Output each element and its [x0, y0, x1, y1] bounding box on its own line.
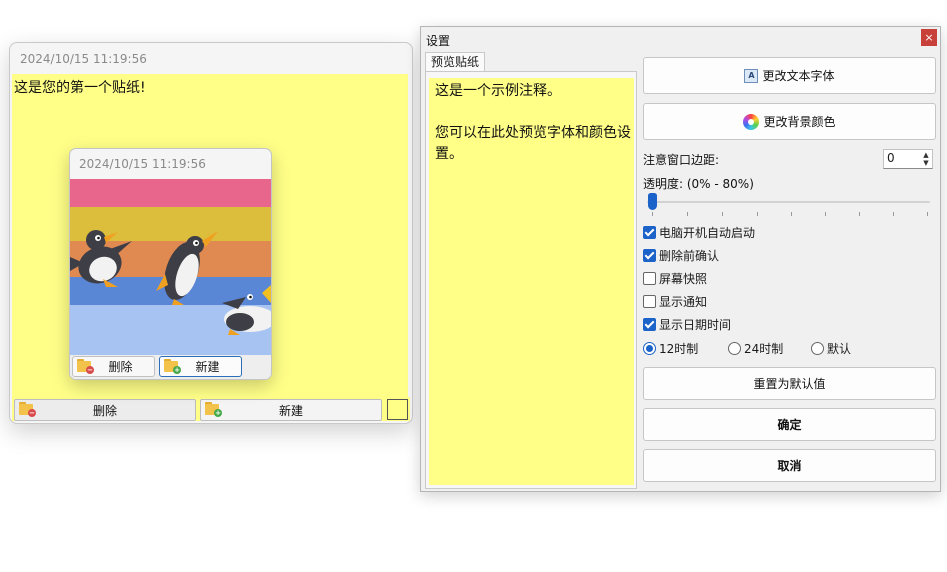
- slider-tick: [722, 212, 723, 216]
- color-wheel-icon: [743, 113, 760, 130]
- slider-tick: [652, 212, 653, 216]
- delete-button-label: 删除: [92, 403, 117, 418]
- note-text[interactable]: 这是您的第一个贴纸!: [14, 77, 146, 97]
- slider-tick: [757, 212, 758, 216]
- tab-preview-note[interactable]: 预览贴纸: [425, 52, 486, 72]
- image-note-new-button[interactable]: + 新建: [159, 356, 242, 377]
- image-note-delete-label: 删除: [108, 360, 133, 374]
- cancel-label: 取消: [777, 459, 802, 473]
- radio-default[interactable]: 默认: [811, 340, 851, 356]
- settings-dialog[interactable]: 设置 × 预览贴纸 这是一个示例注释。 您可以在此处预览字体和颜色设置。 A 更…: [420, 26, 941, 492]
- new-button-label: 新建: [278, 403, 303, 418]
- delete-button[interactable]: − 删除: [14, 399, 196, 421]
- checkbox-notifications[interactable]: 显示通知: [643, 293, 707, 309]
- radio-dot[interactable]: [728, 341, 741, 355]
- change-font-label: 更改文本字体: [762, 69, 835, 83]
- note-footer: − 删除 + 新建: [12, 397, 410, 421]
- color-swatch[interactable]: [387, 399, 408, 420]
- change-bg-label: 更改背景颜色: [763, 115, 836, 129]
- slider-tick: [687, 212, 688, 216]
- checkbox-box[interactable]: [643, 271, 656, 285]
- checkbox-label: 删除前确认: [659, 248, 720, 263]
- preview-text: 这是一个示例注释。 您可以在此处预览字体和颜色设置。: [435, 81, 631, 186]
- close-icon[interactable]: ×: [921, 29, 937, 46]
- image-note-window[interactable]: 2024/10/15 11:19:56 − 删除 + 新建: [69, 148, 272, 380]
- penguin-image: [70, 179, 271, 355]
- change-background-button[interactable]: 更改背景颜色: [643, 103, 936, 140]
- opacity-slider-handle[interactable]: [648, 193, 657, 210]
- spin-down-icon[interactable]: ▼: [921, 159, 931, 167]
- dialog-title: 设置: [426, 34, 451, 48]
- radio-label: 24时制: [744, 341, 784, 356]
- checkbox-label: 屏幕快照: [659, 271, 708, 286]
- radio-label: 默认: [827, 341, 852, 356]
- slider-tick: [927, 212, 928, 216]
- change-font-button[interactable]: A 更改文本字体: [643, 57, 936, 94]
- opacity-label: 透明度: (0% - 80%): [643, 177, 754, 191]
- checkbox-show-datetime[interactable]: 显示日期时间: [643, 316, 731, 332]
- margin-value[interactable]: 0: [887, 151, 895, 165]
- checkbox-label: 电脑开机自动启动: [659, 225, 756, 240]
- image-note-delete-button[interactable]: − 删除: [72, 356, 155, 377]
- checkbox-autostart[interactable]: 电脑开机自动启动: [643, 224, 755, 240]
- radio-dot[interactable]: [643, 341, 656, 355]
- radio-12h[interactable]: 12时制: [643, 340, 698, 356]
- checkbox-label: 显示通知: [659, 294, 708, 309]
- spin-up-icon[interactable]: ▲: [921, 151, 931, 159]
- slider-tick: [859, 212, 860, 216]
- folder-delete-icon: −: [19, 402, 36, 417]
- checkbox-box[interactable]: [643, 294, 656, 308]
- checkbox-box[interactable]: [643, 225, 656, 239]
- slider-tick: [893, 212, 894, 216]
- margin-label: 注意窗口边距:: [643, 153, 720, 167]
- slider-tick: [825, 212, 826, 216]
- checkbox-box[interactable]: [643, 248, 656, 262]
- image-note-new-label: 新建: [195, 360, 220, 374]
- checkbox-label: 显示日期时间: [659, 317, 732, 332]
- ok-label: 确定: [777, 418, 802, 432]
- font-icon: A: [744, 68, 759, 83]
- opacity-slider-track[interactable]: [647, 201, 930, 203]
- reset-label: 重置为默认值: [753, 377, 826, 391]
- note-timestamp: 2024/10/15 11:19:56: [20, 52, 147, 66]
- radio-label: 12时制: [659, 341, 699, 356]
- margin-spinbox[interactable]: 0 ▲ ▼: [883, 149, 933, 169]
- radio-dot[interactable]: [811, 341, 824, 355]
- preview-line-2: 您可以在此处预览字体和颜色设置。: [435, 125, 631, 162]
- slider-tick: [791, 212, 792, 216]
- checkbox-confirm-delete[interactable]: 删除前确认: [643, 247, 719, 263]
- reset-defaults-button[interactable]: 重置为默认值: [643, 367, 936, 400]
- folder-add-icon: +: [164, 359, 181, 374]
- radio-24h[interactable]: 24时制: [728, 340, 783, 356]
- ok-button[interactable]: 确定: [643, 408, 936, 441]
- preview-panel: 这是一个示例注释。 您可以在此处预览字体和颜色设置。: [425, 71, 637, 489]
- image-note-timestamp: 2024/10/15 11:19:56: [79, 157, 206, 171]
- folder-delete-icon: −: [77, 359, 94, 374]
- image-note-footer: − 删除 + 新建: [70, 355, 271, 379]
- checkbox-screenshot[interactable]: 屏幕快照: [643, 270, 707, 286]
- preview-note: 这是一个示例注释。 您可以在此处预览字体和颜色设置。: [429, 78, 634, 485]
- checkbox-box[interactable]: [643, 317, 656, 331]
- cancel-button[interactable]: 取消: [643, 449, 936, 482]
- folder-add-icon: +: [205, 402, 222, 417]
- preview-line-1: 这是一个示例注释。: [435, 83, 561, 99]
- new-note-button[interactable]: + 新建: [200, 399, 382, 421]
